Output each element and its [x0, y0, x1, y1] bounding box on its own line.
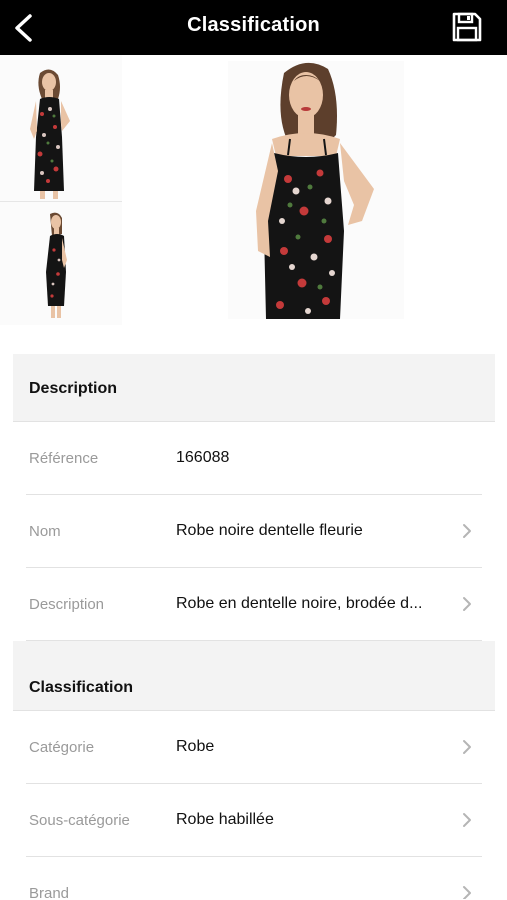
field-label: Catégorie — [29, 739, 95, 756]
section-title: Description — [29, 380, 118, 397]
thumbnail-front[interactable] — [0, 55, 122, 202]
field-row-name[interactable]: Nom Robe noire dentelle fleurie — [26, 495, 482, 568]
page-title: Classification — [187, 14, 320, 36]
navigation-bar: Classification — [0, 0, 507, 55]
field-label: Référence — [29, 450, 99, 467]
save-button[interactable] — [451, 11, 483, 43]
field-label: Sous-catégorie — [29, 812, 130, 829]
model-photo-main — [228, 61, 404, 319]
section-title: Classification — [29, 679, 134, 696]
chevron-right-icon — [463, 886, 471, 899]
chevron-right-icon — [463, 813, 471, 827]
section-header-description: Description — [13, 354, 495, 422]
field-value: Robe — [176, 738, 215, 755]
chevron-right-icon — [463, 597, 471, 611]
model-photo-side — [0, 202, 122, 325]
photo-gallery — [0, 55, 507, 340]
chevron-right-icon — [463, 524, 471, 538]
model-photo-front — [0, 55, 122, 201]
chevron-right-icon — [463, 740, 471, 754]
field-row-description[interactable]: Description Robe en dentelle noire, brod… — [26, 568, 482, 641]
field-label: Brand — [29, 885, 70, 899]
field-row-subcategory[interactable]: Sous-catégorie Robe habillée — [26, 784, 482, 857]
thumbnail-side[interactable] — [0, 202, 122, 325]
field-row-category[interactable]: Catégorie Robe — [26, 711, 482, 784]
field-row-brand[interactable]: Brand — [26, 857, 482, 899]
floppy-disk-icon — [452, 12, 482, 42]
field-value: Robe en dentelle noire, brodée d... — [176, 595, 423, 612]
field-value: 166088 — [176, 449, 230, 466]
main-photo[interactable] — [228, 61, 404, 319]
field-row-reference: Référence 166088 — [26, 422, 482, 495]
field-value: Robe noire dentelle fleurie — [176, 522, 363, 539]
section-header-classification: Classification — [13, 641, 495, 711]
field-label: Description — [29, 596, 105, 613]
field-label: Nom — [29, 523, 61, 540]
field-value: Robe habillée — [176, 811, 274, 828]
